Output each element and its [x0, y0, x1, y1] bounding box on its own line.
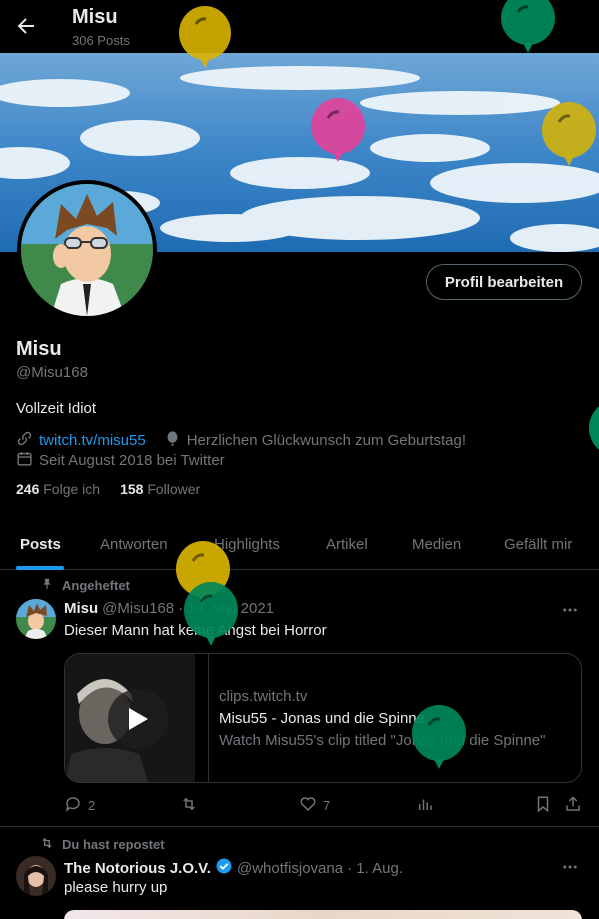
profile-name: Misu — [16, 338, 62, 360]
link-card-body: clips.twitch.tv Misu55 - Jonas und die S… — [208, 654, 578, 782]
post-author-avatar[interactable] — [16, 856, 56, 896]
reply-button[interactable]: 2 — [64, 795, 95, 816]
link-card-title: Misu55 - Jonas und die Spinne — [219, 710, 425, 727]
profile-handle: @Misu168 — [16, 364, 88, 381]
share-icon — [564, 795, 582, 816]
profile-joined: Seit August 2018 bei Twitter — [39, 452, 225, 469]
more-icon[interactable] — [561, 858, 579, 876]
post-text: please hurry up — [64, 879, 168, 896]
followers-link[interactable]: 158 Follower — [120, 481, 200, 497]
post-header: Misu @Misu168 · 14. Mai 2021 — [64, 600, 274, 617]
bookmark-button[interactable] — [534, 795, 552, 816]
link-card-domain: clips.twitch.tv — [219, 688, 308, 705]
reply-icon — [64, 795, 82, 816]
link-icon — [16, 430, 33, 451]
post-date[interactable]: · 14. Mai 2021 — [178, 600, 274, 617]
views-icon — [416, 795, 434, 816]
post-author-name[interactable]: The Notorious J.O.V. — [64, 860, 211, 877]
repost-icon — [180, 795, 198, 816]
profile-joined-row: Seit August 2018 bei Twitter — [16, 450, 225, 471]
pin-icon — [40, 577, 54, 594]
repost-context-label: Du hast repostet — [40, 836, 165, 853]
header-title: Misu — [72, 6, 118, 28]
repost-button[interactable] — [180, 795, 204, 816]
calendar-icon — [16, 450, 33, 471]
bookmark-icon — [534, 795, 552, 816]
header-post-count: 306 Posts — [72, 33, 130, 48]
tab-posts[interactable]: Posts — [20, 518, 61, 570]
post-text: Dieser Mann hat keine Angst bei Horror — [64, 622, 327, 639]
post-media-preview[interactable] — [64, 910, 582, 919]
like-icon — [299, 795, 317, 816]
post-item[interactable]: Du hast repostet The Notorious J.O.V. @w… — [0, 828, 599, 919]
tab-articles[interactable]: Artikel — [326, 518, 368, 570]
pinned-label: Angeheftet — [40, 577, 130, 594]
tab-likes[interactable]: Gefällt mir — [504, 518, 572, 570]
post-header: The Notorious J.O.V. @whotfisjovana · 1.… — [64, 857, 403, 879]
verified-icon — [215, 857, 233, 879]
post-author-avatar[interactable] — [16, 599, 56, 639]
back-arrow-icon[interactable] — [14, 14, 38, 38]
post-author-handle[interactable]: @whotfisjovana — [237, 860, 343, 877]
post-actions: 2 7 — [64, 795, 582, 815]
tab-replies[interactable]: Antworten — [100, 518, 168, 570]
link-card-thumbnail — [65, 654, 195, 782]
share-button[interactable] — [564, 795, 582, 816]
top-bar: Misu 306 Posts — [0, 0, 599, 53]
edit-profile-button[interactable]: Profil bearbeiten — [426, 264, 582, 300]
profile-tabs: Posts Antworten Highlights Artikel Medie… — [0, 518, 599, 570]
following-link[interactable]: 246 Folge ich — [16, 481, 100, 497]
balloon-icon — [164, 430, 181, 451]
tab-active-indicator — [16, 566, 64, 570]
profile-bio: Vollzeit Idiot — [16, 400, 97, 417]
post-author-handle[interactable]: @Misu168 — [102, 600, 174, 617]
like-button[interactable]: 7 — [299, 795, 330, 816]
tab-media[interactable]: Medien — [412, 518, 461, 570]
tab-highlights[interactable]: Highlights — [214, 518, 280, 570]
profile-meta-row: twitch.tv/misu55 Herzlichen Glückwunsch … — [16, 430, 466, 451]
post-item[interactable]: Angeheftet Misu @Misu168 · 14. Mai 2021 … — [0, 571, 599, 827]
post-author-name[interactable]: Misu — [64, 600, 98, 617]
more-icon[interactable] — [561, 601, 579, 619]
link-card[interactable]: clips.twitch.tv Misu55 - Jonas und die S… — [64, 653, 582, 783]
views-button[interactable] — [416, 795, 434, 816]
profile-avatar[interactable] — [17, 180, 157, 320]
profile-website-link[interactable]: twitch.tv/misu55 — [39, 432, 146, 449]
post-date[interactable]: · 1. Aug. — [347, 860, 403, 877]
follow-counts: 246 Folge ich 158 Follower — [16, 481, 200, 497]
profile-birthday-note: Herzlichen Glückwunsch zum Geburtstag! — [186, 432, 466, 449]
repost-icon — [40, 836, 54, 853]
play-icon[interactable] — [108, 689, 168, 749]
balloon-icon — [589, 406, 599, 450]
link-card-description: Watch Misu55's clip titled "Jonas und di… — [219, 732, 546, 749]
